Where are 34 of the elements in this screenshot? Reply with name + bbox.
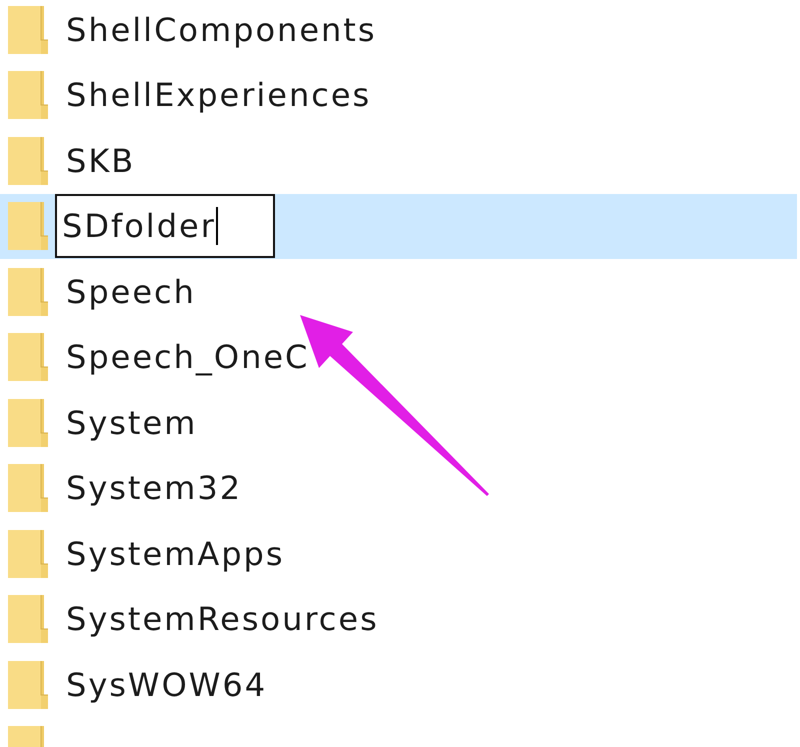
folder-row[interactable]: SystemResources <box>0 586 797 652</box>
folder-row[interactable]: SystemApps <box>0 521 797 586</box>
folder-name: ShellExperiences <box>66 76 372 114</box>
folder-icon <box>8 71 48 120</box>
text-cursor-icon <box>216 207 218 246</box>
folder-icon <box>8 530 48 578</box>
folder-row[interactable]: ShellComponents <box>0 0 797 62</box>
folder-icon <box>8 464 48 512</box>
folder-row[interactable]: Speech <box>0 259 797 324</box>
folder-row[interactable]: SDfolder <box>0 194 797 259</box>
folder-row[interactable]: SKB <box>0 128 797 194</box>
folder-icon <box>8 595 48 644</box>
folder-name: ShellComponents <box>66 10 377 49</box>
folder-icon <box>8 660 48 709</box>
folder-icon <box>8 202 48 250</box>
folder-row[interactable]: Speech_OneC <box>0 324 797 390</box>
folder-name: SKB <box>66 142 136 180</box>
folder-icon <box>8 398 48 447</box>
folder-row[interactable]: ShellExperiences <box>0 62 797 128</box>
folder-name: SystemResources <box>66 600 379 638</box>
rename-field[interactable]: SDfolder <box>55 194 275 258</box>
folder-row[interactable]: System <box>0 390 797 456</box>
folder-icon <box>8 6 48 54</box>
folder-name: Speech_OneC <box>66 338 310 376</box>
folder-name: System32 <box>66 469 242 508</box>
folder-name: SystemApps <box>66 534 285 573</box>
folder-name: Speech <box>66 272 196 311</box>
folder-name: SysWOW64 <box>66 666 268 704</box>
folder-icon <box>8 268 48 316</box>
folder-icon <box>8 333 48 382</box>
folder-name: System <box>66 404 198 442</box>
folder-row[interactable]: System32 <box>0 456 797 521</box>
folder-icon <box>8 136 48 185</box>
folder-row[interactable]: SysWOW64 <box>0 652 797 718</box>
